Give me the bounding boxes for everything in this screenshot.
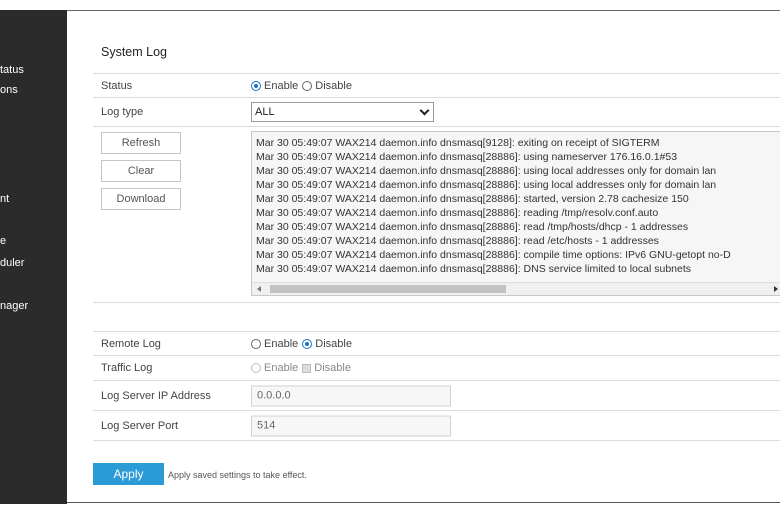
log-server-ip-label: Log Server IP Address bbox=[101, 389, 211, 402]
traffic-log-options: Enable Disable bbox=[251, 362, 355, 374]
remote-log-radio-group: Enable Disable bbox=[251, 338, 356, 350]
status-row: Status Enable Disable bbox=[93, 73, 780, 98]
status-enable-radio[interactable] bbox=[251, 80, 261, 91]
clear-button[interactable]: Clear bbox=[101, 160, 181, 182]
scroll-right-icon[interactable] bbox=[774, 286, 778, 292]
traffic-log-enable-label: Enable bbox=[264, 362, 299, 374]
refresh-button[interactable]: Refresh bbox=[101, 132, 181, 154]
log-server-port-label: Log Server Port bbox=[101, 419, 179, 432]
traffic-log-enable-radio bbox=[251, 363, 261, 373]
scroll-left-icon[interactable] bbox=[257, 286, 261, 292]
traffic-log-label: Traffic Log bbox=[101, 362, 153, 374]
scrollbar-thumb[interactable] bbox=[270, 285, 506, 293]
log-type-control: ALL bbox=[251, 102, 434, 122]
sidebar-item-status[interactable]: tatus bbox=[0, 64, 24, 76]
log-line: Mar 30 05:49:07 WAX214 daemon.info dnsma… bbox=[256, 249, 731, 261]
status-disable-label[interactable]: Disable bbox=[315, 80, 352, 92]
log-server-ip-control: 0.0.0.0 bbox=[251, 385, 451, 406]
log-line: Mar 30 05:49:07 WAX214 daemon.info dnsma… bbox=[256, 221, 689, 233]
log-line: Mar 30 05:49:07 WAX214 daemon.info dnsma… bbox=[256, 151, 678, 163]
log-server-ip-row: Log Server IP Address 0.0.0.0 bbox=[93, 381, 780, 411]
page-title: System Log bbox=[101, 45, 168, 59]
status-enable-label[interactable]: Enable bbox=[264, 80, 298, 92]
top-bar bbox=[0, 0, 780, 10]
log-line: Mar 30 05:49:07 WAX214 daemon.info dnsma… bbox=[256, 137, 660, 149]
log-line: Mar 30 05:49:07 WAX214 daemon.info dnsma… bbox=[256, 193, 689, 205]
remote-log-enable-label[interactable]: Enable bbox=[264, 338, 298, 350]
log-type-value: ALL bbox=[255, 106, 275, 118]
status-disable-radio[interactable] bbox=[302, 80, 313, 91]
log-textarea[interactable]: Mar 30 05:49:07 WAX214 daemon.info dnsma… bbox=[251, 131, 780, 296]
log-server-port-input[interactable]: 514 bbox=[251, 415, 451, 436]
log-horizontal-scrollbar[interactable] bbox=[252, 282, 780, 295]
log-server-port-row: Log Server Port 514 bbox=[93, 411, 780, 441]
apply-hint: Apply saved settings to take effect. bbox=[168, 470, 307, 480]
main-panel: System Log Status Enable Disable Log typ… bbox=[67, 10, 780, 502]
apply-button[interactable]: Apply bbox=[93, 463, 164, 485]
log-line: Mar 30 05:49:07 WAX214 daemon.info dnsma… bbox=[256, 179, 717, 191]
remote-log-disable-radio[interactable] bbox=[302, 338, 313, 349]
status-label: Status bbox=[101, 79, 133, 92]
log-line: Mar 30 05:49:07 WAX214 daemon.info dnsma… bbox=[256, 165, 717, 177]
remote-log-disable-label[interactable]: Disable bbox=[315, 338, 352, 350]
remote-log-label: Remote Log bbox=[101, 337, 161, 350]
bottom-border bbox=[67, 502, 780, 503]
status-radio-group: Enable Disable bbox=[251, 80, 356, 92]
log-type-row: Log type ALL bbox=[93, 98, 780, 127]
traffic-log-disable-label: Disable bbox=[314, 362, 351, 374]
log-type-label: Log type bbox=[101, 106, 144, 118]
traffic-log-disable-checkbox bbox=[302, 363, 312, 373]
sidebar: tatus ons nt e duler nager bbox=[0, 10, 67, 504]
download-button[interactable]: Download bbox=[101, 188, 181, 210]
log-line: Mar 30 05:49:07 WAX214 daemon.info dnsma… bbox=[256, 207, 659, 219]
log-server-port-control: 514 bbox=[251, 415, 451, 436]
log-line: Mar 30 05:49:07 WAX214 daemon.info dnsma… bbox=[256, 263, 692, 275]
sidebar-item-connections[interactable]: ons bbox=[0, 84, 18, 96]
log-content-row: Refresh Clear Download Mar 30 05:49:07 W… bbox=[93, 127, 780, 303]
sidebar-item-scheduler[interactable]: duler bbox=[0, 257, 24, 269]
log-type-select[interactable]: ALL bbox=[251, 102, 434, 122]
log-server-ip-input[interactable]: 0.0.0.0 bbox=[251, 385, 451, 406]
sidebar-item-manager[interactable]: nager bbox=[0, 300, 28, 312]
remote-log-row: Remote Log Enable Disable bbox=[93, 331, 780, 356]
remote-log-enable-radio[interactable] bbox=[251, 338, 261, 349]
chevron-down-icon bbox=[419, 105, 430, 116]
sidebar-item-maintenance[interactable]: e bbox=[0, 235, 6, 247]
traffic-log-row: Traffic Log Enable Disable bbox=[93, 356, 780, 381]
log-line: Mar 30 05:49:07 WAX214 daemon.info dnsma… bbox=[256, 235, 659, 247]
sidebar-item-management[interactable]: nt bbox=[0, 193, 9, 205]
